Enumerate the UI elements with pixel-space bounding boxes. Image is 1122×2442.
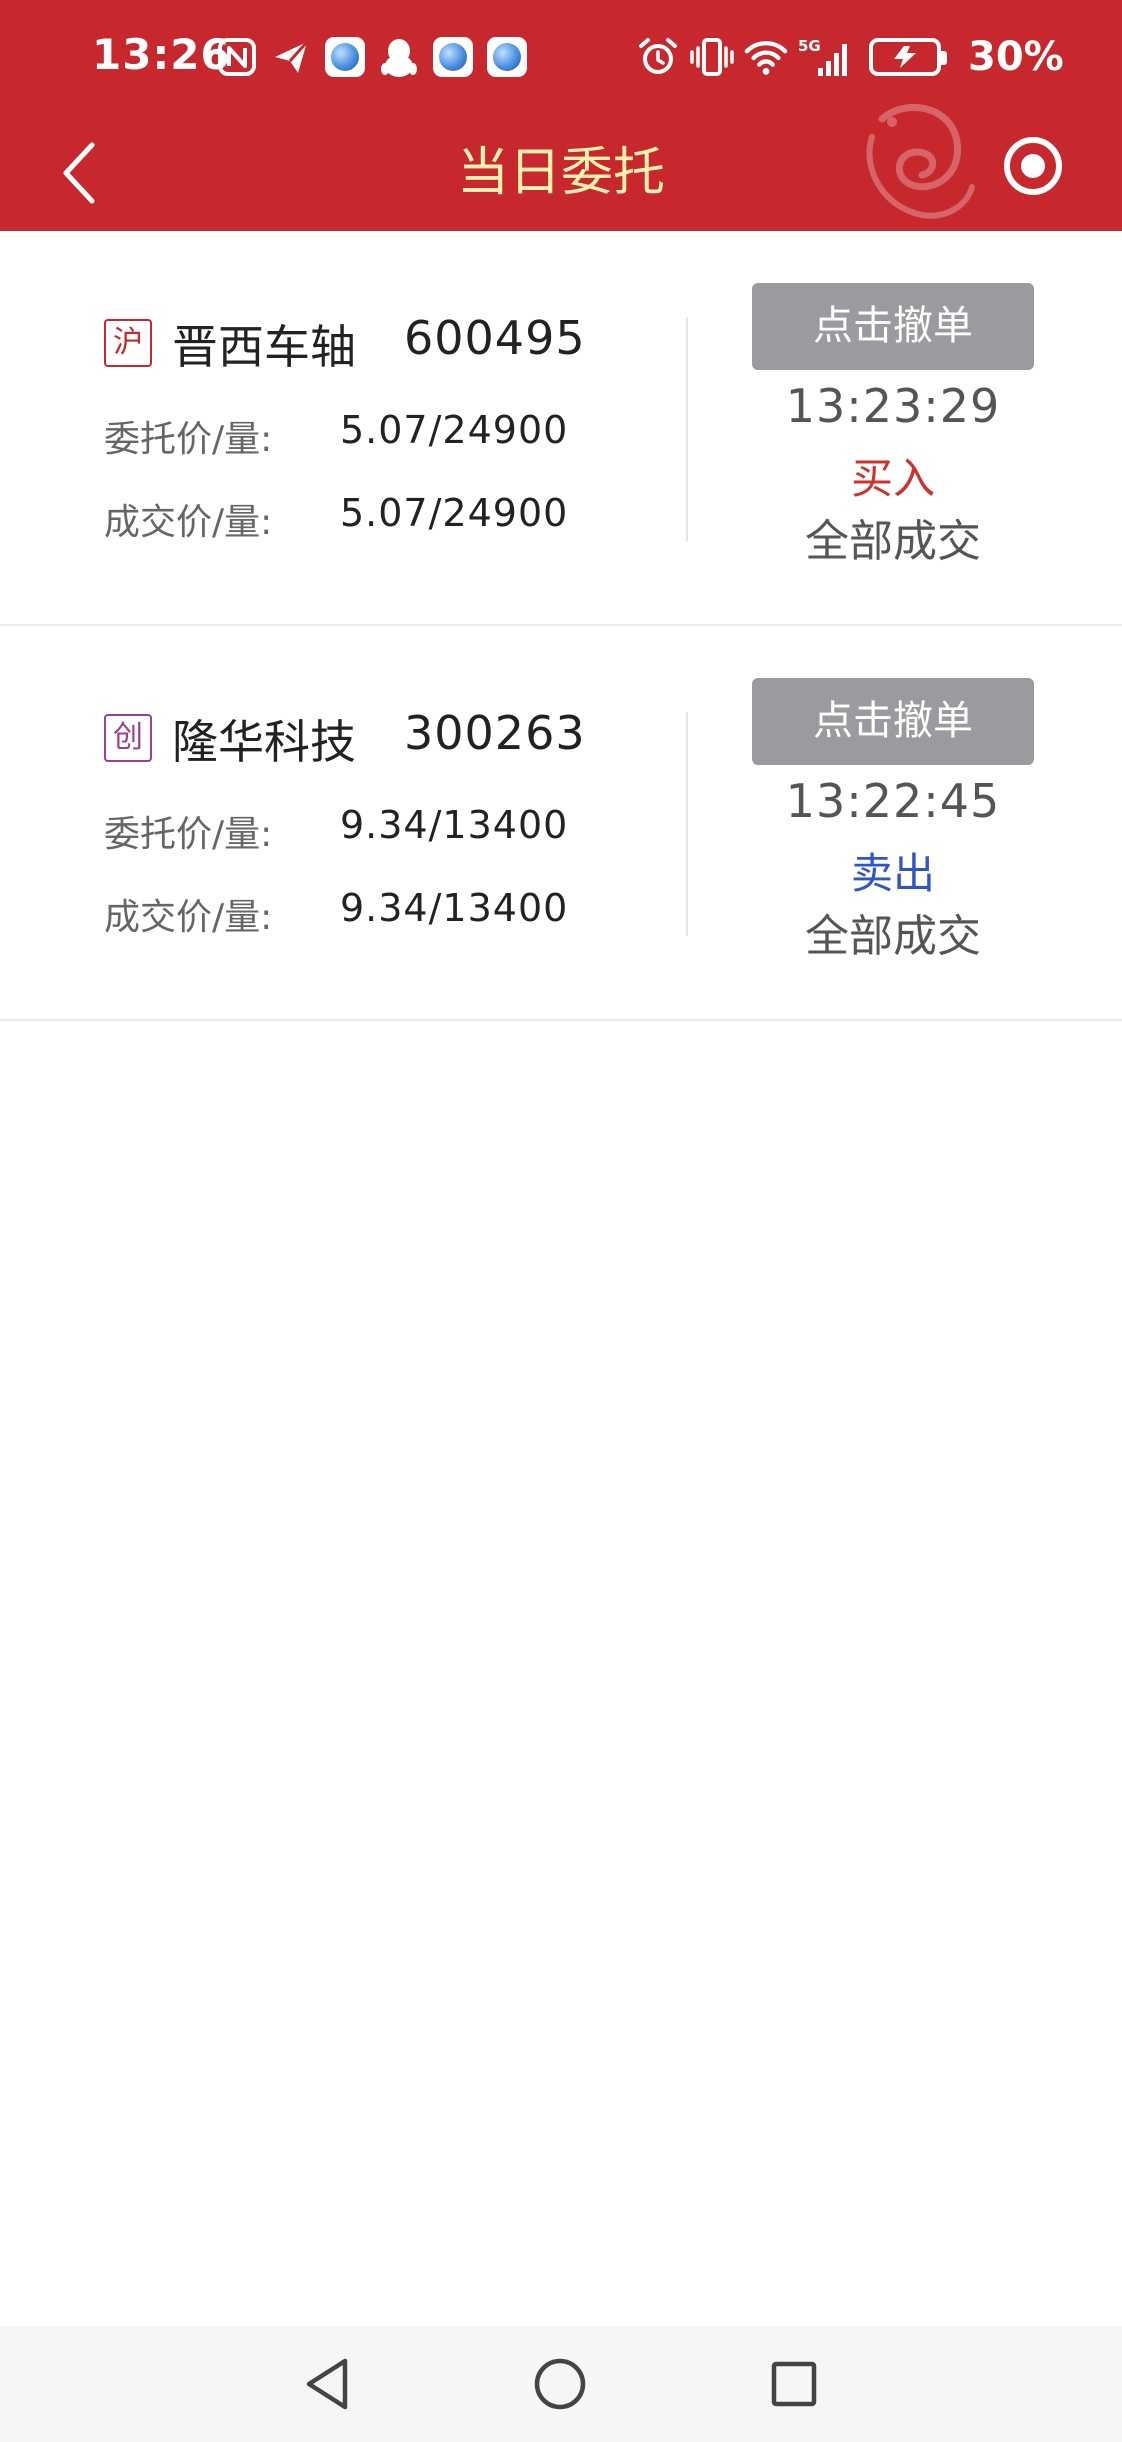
- app-header: 13:26 5G 30% 当日委托: [0, 0, 1122, 231]
- browser-app-icon: [485, 35, 529, 79]
- order-side: 卖出: [850, 849, 935, 898]
- entrust-label: 委托价/量:: [104, 814, 273, 855]
- vibrate-icon: [690, 35, 734, 79]
- alarm-icon: [636, 35, 680, 79]
- cancel-order-button[interactable]: 点击撤单: [752, 283, 1034, 370]
- qq-penguin-icon: [377, 35, 421, 79]
- system-navigation-bar: [0, 2326, 1122, 2442]
- stock-name: 晋西车轴: [172, 320, 356, 374]
- circle-home-icon: [534, 2358, 586, 2410]
- record-button[interactable]: [1002, 135, 1064, 197]
- status-system-icons: 5G 30%: [636, 33, 1064, 81]
- divider: [686, 712, 688, 936]
- stock-name: 隆华科技: [172, 715, 356, 769]
- order-time: 13:22:45: [785, 774, 1001, 828]
- battery-charging-icon: [862, 35, 948, 79]
- order-side: 买入: [850, 454, 935, 503]
- triangle-back-icon: [306, 2358, 348, 2410]
- status-notification-icons: [215, 33, 529, 81]
- deal-label: 成交价/量:: [104, 502, 273, 543]
- send-app-icon: [269, 35, 313, 79]
- back-button[interactable]: [50, 135, 110, 211]
- browser-app-icon: [431, 35, 475, 79]
- market-badge: 沪: [104, 319, 152, 367]
- title-bar: 当日委托: [0, 103, 1122, 231]
- order-status: 全部成交: [805, 911, 981, 962]
- deal-label: 成交价/量:: [104, 897, 273, 938]
- deal-value: 5.07/24900: [340, 491, 569, 535]
- record-icon: [1004, 137, 1062, 195]
- order-list: 沪 晋西车轴 600495 委托价/量: 5.07/24900 成交价/量: 5…: [0, 231, 1122, 1021]
- wifi-icon: [744, 35, 788, 79]
- order-status: 全部成交: [805, 516, 981, 567]
- divider: [686, 317, 688, 541]
- order-item: 创 隆华科技 300263 委托价/量: 9.34/13400 成交价/量: 9…: [0, 626, 1122, 1021]
- order-item: 沪 晋西车轴 600495 委托价/量: 5.07/24900 成交价/量: 5…: [0, 231, 1122, 626]
- network-type-label: 5G: [798, 37, 821, 55]
- square-recents-icon: [771, 2361, 817, 2407]
- stock-code: 600495: [404, 311, 586, 365]
- deal-value: 9.34/13400: [340, 886, 569, 930]
- dragon-logo-icon: [852, 97, 982, 227]
- order-time: 13:23:29: [785, 379, 1001, 433]
- browser-app-icon: [323, 35, 367, 79]
- cancel-order-button[interactable]: 点击撤单: [752, 678, 1034, 765]
- nav-recents-button[interactable]: [764, 2354, 824, 2414]
- status-time: 13:26: [92, 30, 231, 79]
- nav-back-button[interactable]: [298, 2354, 358, 2414]
- 5g-signal-icon: 5G: [798, 35, 852, 79]
- battery-percent: 30%: [968, 34, 1064, 80]
- market-badge: 创: [104, 714, 152, 762]
- entrust-value: 9.34/13400: [340, 803, 569, 847]
- entrust-label: 委托价/量:: [104, 419, 273, 460]
- nfc-icon: [215, 35, 259, 79]
- entrust-value: 5.07/24900: [340, 408, 569, 452]
- nav-home-button[interactable]: [530, 2354, 590, 2414]
- chevron-left-icon: [63, 142, 95, 204]
- stock-code: 300263: [404, 706, 586, 760]
